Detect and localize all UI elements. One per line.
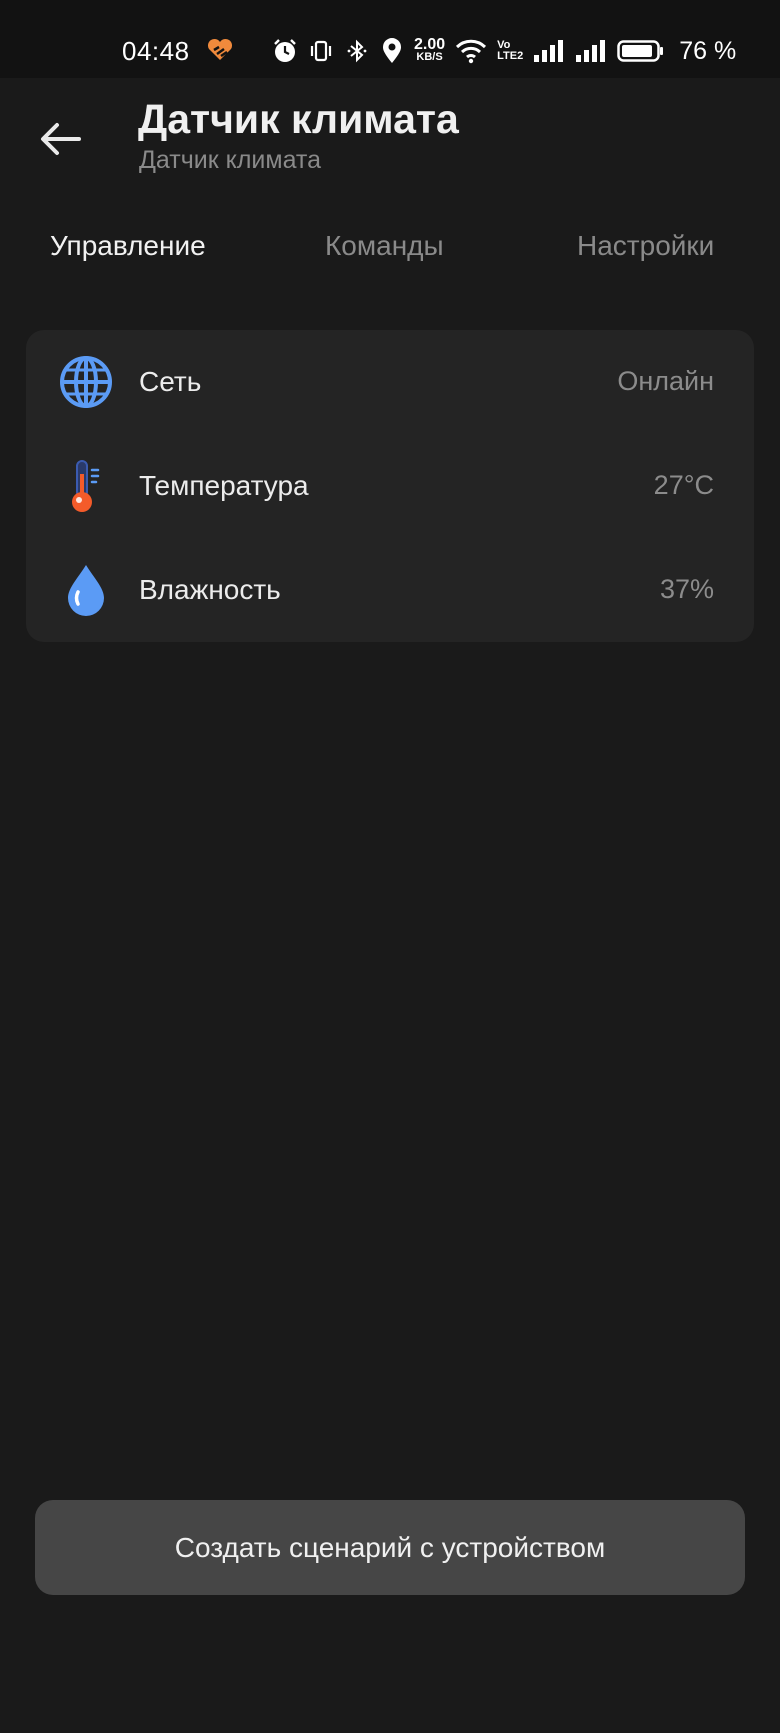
create-scenario-button[interactable]: Создать сценарий с устройством bbox=[35, 1500, 745, 1595]
page-subtitle: Датчик климата bbox=[139, 146, 321, 174]
status-value: 37% bbox=[659, 574, 714, 604]
battery-icon bbox=[617, 39, 665, 63]
heart-icon bbox=[206, 38, 234, 67]
battery-percent: 76 % bbox=[679, 36, 737, 65]
list-item: Влажность 37% bbox=[26, 538, 754, 642]
device-status-card: Сеть Онлайн Температура 27°C Влажность 3… bbox=[26, 330, 754, 642]
status-bar: 04:48 2.00 KB/S Vo LTE2 76 % bbox=[0, 0, 780, 78]
tab-settings[interactable]: Настройки bbox=[577, 230, 714, 262]
status-value: 27°C bbox=[653, 470, 714, 500]
signal-icon bbox=[575, 39, 607, 63]
status-time: 04:48 bbox=[122, 36, 190, 66]
signal-icon bbox=[533, 39, 565, 63]
net-speed: 2.00 KB/S bbox=[414, 36, 446, 64]
tab-control[interactable]: Управление bbox=[50, 230, 206, 262]
vibrate-icon bbox=[308, 38, 334, 64]
status-label: Влажность bbox=[139, 574, 281, 605]
arrow-left-icon bbox=[41, 123, 81, 155]
status-label: Температура bbox=[139, 470, 309, 501]
status-icons: 2.00 KB/S Vo LTE2 76 % bbox=[272, 34, 736, 68]
list-item: Температура 27°C bbox=[26, 434, 754, 538]
volte-indicator: Vo LTE2 bbox=[497, 40, 523, 62]
screen: 04:48 2.00 KB/S Vo LTE2 76 % Датчик клим… bbox=[0, 0, 780, 1733]
volte-bottom: LTE2 bbox=[497, 50, 524, 62]
net-speed-value: 2.00 bbox=[414, 36, 446, 53]
bluetooth-icon bbox=[344, 38, 370, 64]
net-speed-unit: KB/S bbox=[416, 51, 443, 63]
thermometer-icon bbox=[56, 456, 116, 516]
globe-icon bbox=[56, 352, 116, 412]
wifi-icon bbox=[455, 38, 487, 64]
status-label: Сеть bbox=[139, 366, 202, 397]
alarm-icon bbox=[272, 38, 298, 64]
tab-commands[interactable]: Команды bbox=[325, 230, 444, 262]
location-icon bbox=[380, 37, 404, 65]
back-button[interactable] bbox=[36, 114, 86, 164]
page-title: Датчик климата bbox=[138, 96, 459, 142]
water-drop-icon bbox=[56, 560, 116, 620]
list-item: Сеть Онлайн bbox=[26, 330, 754, 434]
status-value: Онлайн bbox=[617, 366, 714, 396]
